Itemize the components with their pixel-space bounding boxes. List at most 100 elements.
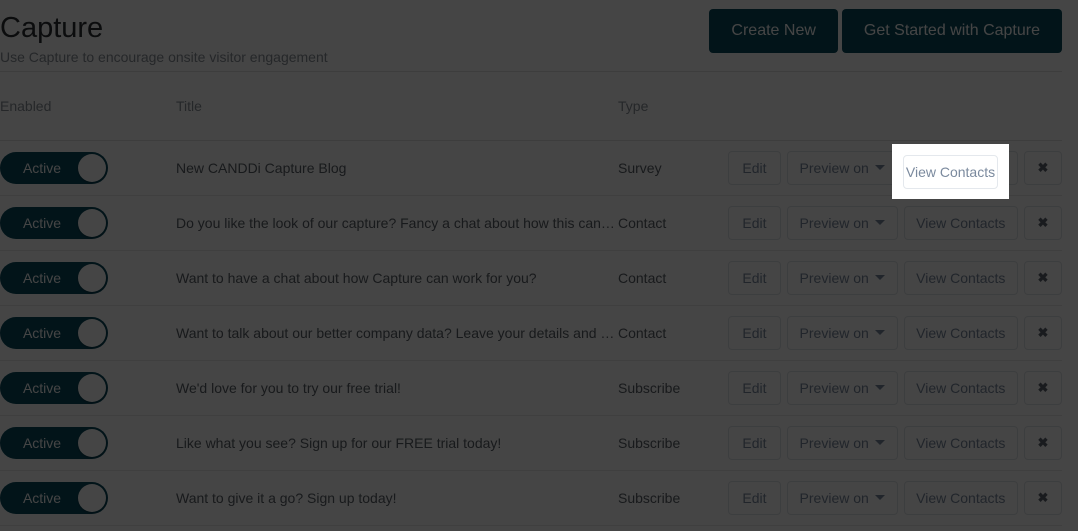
- view-contacts-button[interactable]: View Contacts: [903, 205, 1018, 240]
- cell-type: Contact: [618, 250, 728, 306]
- row-actions: Edit Preview on View Contacts✖: [728, 205, 1062, 240]
- enabled-toggle[interactable]: Active: [0, 206, 108, 239]
- column-header-type: Type: [618, 72, 728, 141]
- preview-on-label: Preview on: [799, 159, 869, 176]
- edit-button[interactable]: Edit: [728, 315, 781, 350]
- cell-enabled: Active: [0, 140, 176, 196]
- enabled-toggle-knob[interactable]: [78, 318, 106, 347]
- enabled-toggle-knob[interactable]: [78, 483, 106, 512]
- delete-button[interactable]: ✖: [1024, 205, 1062, 240]
- preview-on-dropdown[interactable]: Preview on: [786, 425, 898, 460]
- preview-on-dropdown[interactable]: Preview on: [786, 205, 898, 240]
- preview-on-dropdown[interactable]: Preview on: [786, 480, 898, 515]
- preview-on-dropdown[interactable]: Preview on: [786, 150, 898, 185]
- table-header: Enabled Title Type: [0, 72, 1062, 141]
- cell-actions: Edit Preview on View Contacts✖: [728, 470, 1062, 526]
- table-row: Active Do you like the look of our captur…: [0, 195, 1062, 251]
- view-contacts-button[interactable]: View Contacts: [903, 370, 1018, 405]
- enabled-toggle-label: Active: [22, 214, 62, 231]
- capture-table: Enabled Title Type Active New CANDDi Capt…: [0, 72, 1062, 526]
- preview-on-dropdown[interactable]: Preview on: [786, 370, 898, 405]
- capture-page: Capture Use Capture to encourage onsite …: [0, 0, 1078, 531]
- preview-on-dropdown[interactable]: Preview on: [786, 315, 898, 350]
- delete-button[interactable]: ✖: [1024, 425, 1062, 460]
- view-contacts-button-highlighted[interactable]: View Contacts: [903, 155, 998, 189]
- page-content: Capture Use Capture to encourage onsite …: [0, 0, 1062, 531]
- chevron-down-icon: [874, 495, 885, 500]
- spotlight-inner: View Contacts: [892, 144, 1009, 199]
- delete-button[interactable]: ✖: [1024, 315, 1062, 350]
- create-new-button[interactable]: Create New: [709, 9, 838, 53]
- cell-actions: Edit Preview on View Contacts✖: [728, 305, 1062, 361]
- cell-title: Want to have a chat about how Capture ca…: [176, 250, 618, 306]
- view-contacts-button[interactable]: View Contacts: [903, 260, 1018, 295]
- preview-on-label: Preview on: [799, 379, 869, 396]
- chevron-down-icon: [874, 385, 885, 390]
- edit-button[interactable]: Edit: [728, 150, 781, 185]
- enabled-toggle-label: Active: [22, 434, 62, 451]
- cell-enabled: Active: [0, 470, 176, 526]
- enabled-toggle-label: Active: [22, 159, 62, 176]
- enabled-toggle-knob[interactable]: [78, 208, 106, 237]
- cell-enabled: Active: [0, 250, 176, 306]
- preview-on-label: Preview on: [799, 214, 869, 231]
- row-actions: Edit Preview on View Contacts✖: [728, 260, 1062, 295]
- cell-type: Contact: [618, 305, 728, 361]
- enabled-toggle[interactable]: Active: [0, 316, 108, 349]
- column-header-title: Title: [176, 72, 618, 141]
- edit-button[interactable]: Edit: [728, 480, 781, 515]
- delete-button[interactable]: ✖: [1024, 260, 1062, 295]
- view-contacts-button[interactable]: View Contacts: [903, 315, 1018, 350]
- row-actions: Edit Preview on View Contacts✖: [728, 370, 1062, 405]
- chevron-down-icon: [874, 440, 885, 445]
- enabled-toggle-knob[interactable]: [78, 428, 106, 457]
- chevron-down-icon: [874, 330, 885, 335]
- chevron-down-icon: [874, 220, 885, 225]
- delete-button[interactable]: ✖: [1024, 370, 1062, 405]
- enabled-toggle[interactable]: Active: [0, 426, 108, 459]
- cell-enabled: Active: [0, 415, 176, 471]
- column-header-enabled: Enabled: [0, 72, 176, 141]
- enabled-toggle-knob[interactable]: [78, 373, 106, 402]
- edit-button[interactable]: Edit: [728, 260, 781, 295]
- cell-title: Do you like the look of our capture? Fan…: [176, 195, 618, 251]
- table-row: Active Like what you see? Sign up for our…: [0, 415, 1062, 471]
- cell-title: Want to talk about our better company da…: [176, 305, 618, 361]
- cell-title: We'd love for you to try our free trial!: [176, 360, 618, 416]
- preview-on-label: Preview on: [799, 489, 869, 506]
- edit-button[interactable]: Edit: [728, 425, 781, 460]
- cell-type: Contact: [618, 195, 728, 251]
- enabled-toggle-label: Active: [22, 269, 62, 286]
- enabled-toggle-label: Active: [22, 324, 62, 341]
- page-subtitle: Use Capture to encourage onsite visitor …: [0, 49, 328, 65]
- cell-title: Like what you see? Sign up for our FREE …: [176, 415, 618, 471]
- cell-enabled: Active: [0, 195, 176, 251]
- enabled-toggle[interactable]: Active: [0, 151, 108, 184]
- enabled-toggle-knob[interactable]: [78, 153, 106, 182]
- table-row: Active Want to have a chat about how Capt…: [0, 250, 1062, 306]
- get-started-with-capture-button[interactable]: Get Started with Capture: [841, 9, 1062, 53]
- cell-actions: Edit Preview on View Contacts✖: [728, 415, 1062, 471]
- edit-button[interactable]: Edit: [728, 205, 781, 240]
- cell-actions: Edit Preview on View Contacts✖: [728, 195, 1062, 251]
- delete-button[interactable]: ✖: [1024, 480, 1062, 515]
- enabled-toggle[interactable]: Active: [0, 481, 108, 514]
- view-contacts-button[interactable]: View Contacts: [903, 425, 1018, 460]
- cell-enabled: Active: [0, 305, 176, 361]
- enabled-toggle[interactable]: Active: [0, 371, 108, 404]
- row-actions: Edit Preview on View Contacts✖: [728, 425, 1062, 460]
- preview-on-label: Preview on: [799, 434, 869, 451]
- edit-button[interactable]: Edit: [728, 370, 781, 405]
- row-actions: Edit Preview on View Contacts✖: [728, 315, 1062, 350]
- cell-type: Subscribe: [618, 415, 728, 471]
- delete-button[interactable]: ✖: [1024, 150, 1062, 185]
- header-actions: Create New Get Started with Capture: [709, 9, 1062, 53]
- cell-actions: Edit Preview on View Contacts✖: [728, 360, 1062, 416]
- enabled-toggle[interactable]: Active: [0, 261, 108, 294]
- view-contacts-button[interactable]: View Contacts: [903, 480, 1018, 515]
- table-row: Active Want to talk about our better comp…: [0, 305, 1062, 361]
- preview-on-dropdown[interactable]: Preview on: [786, 260, 898, 295]
- enabled-toggle-knob[interactable]: [78, 263, 106, 292]
- cell-actions: Edit Preview on View Contacts✖: [728, 250, 1062, 306]
- cell-type: Subscribe: [618, 360, 728, 416]
